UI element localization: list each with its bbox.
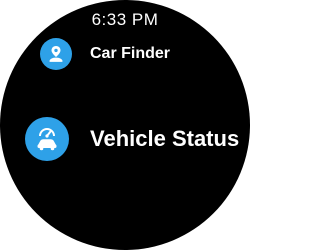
- menu-item-label: Car Finder: [90, 45, 171, 62]
- menu-item-car-finder[interactable]: Car Finder: [40, 38, 170, 70]
- menu-item-label: Vehicle Status: [90, 126, 240, 151]
- clock-time: 6:33 PM: [91, 10, 159, 29]
- car-gauge-icon: [25, 117, 69, 161]
- menu-item-vehicle-status[interactable]: Vehicle Status: [25, 117, 239, 161]
- watch-screen: 6:33 PM Car Finder Vehicle Status: [0, 0, 250, 250]
- car-location-icon: [40, 38, 72, 70]
